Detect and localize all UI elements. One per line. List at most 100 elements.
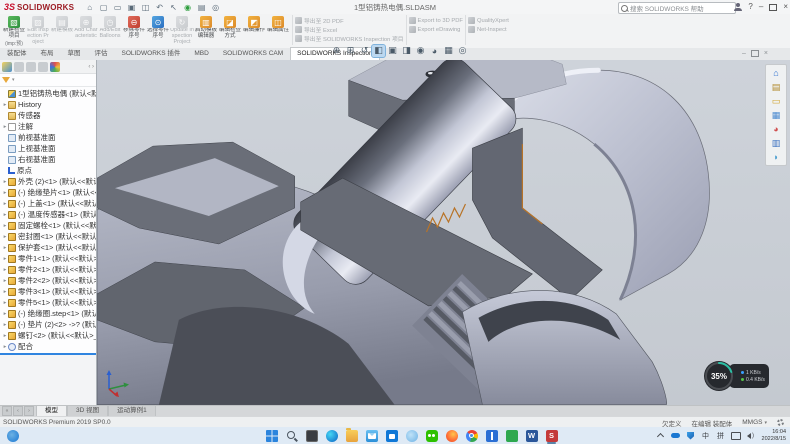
view-orientation-icon[interactable]: ▣ (386, 45, 399, 57)
custom-properties-icon[interactable]: ▥ (770, 137, 783, 149)
add-characteristic-button[interactable]: ⊕ Add Characteristic (74, 15, 98, 47)
tab-scroll-next[interactable]: › (24, 406, 34, 416)
apply-scene-icon[interactable]: ▦ (442, 45, 455, 57)
ime-mode-indicator[interactable]: 中 (701, 430, 711, 442)
displaymanager-tab[interactable] (50, 62, 60, 72)
defender-icon[interactable] (686, 430, 696, 442)
solidworks-resources-icon[interactable]: ⌂ (770, 67, 783, 79)
section-view-icon[interactable]: ◧ (372, 45, 385, 57)
new-template-button[interactable]: ▤ 新建模板 (50, 15, 74, 47)
weather-icon[interactable] (404, 428, 419, 443)
appearances-scenes-icon[interactable]: ◕ (770, 123, 783, 135)
search-box[interactable]: 搜索 SOLIDWORKS 帮助 (618, 2, 736, 14)
edge-icon[interactable] (324, 428, 339, 443)
edit-properties-button[interactable]: ◫ 编辑属性 (266, 15, 290, 47)
task-view-button[interactable] (304, 428, 319, 443)
tree-item[interactable]: ▸ 注解 (0, 121, 96, 132)
volume-icon[interactable] (746, 430, 756, 442)
view-settings-icon[interactable]: ◎ (456, 45, 469, 57)
command-tab[interactable]: 评估 (88, 47, 115, 60)
remove-balloons-button[interactable]: ⊖ 移除零件序号 (122, 15, 146, 47)
tree-item[interactable]: ▸ (-) 绝缘圈.step<1> (默认<<默认> (0, 308, 96, 319)
usage-circle[interactable]: 35% (703, 360, 735, 392)
tree-item[interactable]: ▸ History (0, 99, 96, 110)
onedrive-icon[interactable] (671, 430, 681, 442)
export-item[interactable]: 导出至 2D PDF (295, 16, 404, 25)
new-document-icon[interactable]: ▢ (98, 2, 109, 13)
tab-scroll-prev[interactable]: ‹ (13, 406, 23, 416)
user-account-icon[interactable] (734, 3, 742, 12)
select-icon[interactable]: ↖ (168, 2, 179, 13)
panel-tab-overflow[interactable]: ‹ › (88, 64, 94, 70)
file-explorer-icon[interactable]: ▭ (770, 95, 783, 107)
tree-item[interactable]: 右视基准面 (0, 154, 96, 165)
command-tab[interactable]: 草图 (61, 47, 88, 60)
minimize-button[interactable]: – (759, 0, 763, 14)
featuremanager-tab[interactable] (2, 62, 12, 72)
chrome-icon[interactable] (464, 428, 479, 443)
ime-lang-indicator[interactable]: 拼 (716, 430, 726, 442)
tree-item[interactable]: ▸ 零件2<1> (默认<<默认>_显示状 (0, 264, 96, 275)
tree-item[interactable]: 1型铝铸热电偶 (默认<默认_显示状态-1 (0, 88, 96, 99)
tree-item[interactable]: ▸ 零件1<1> (默认<<默认>_显示状态 (0, 253, 96, 264)
display-settings-icon[interactable]: ▤ (196, 2, 207, 13)
doc-restore-button[interactable] (751, 50, 759, 57)
forum-icon[interactable]: ◗ (770, 151, 783, 163)
export-item[interactable]: 导出至 Excel (295, 25, 404, 34)
previous-view-icon[interactable]: ↺ (358, 45, 371, 57)
zoom-to-fit-icon[interactable]: ⊕ (330, 45, 343, 57)
close-button[interactable]: × (783, 0, 788, 14)
export-item[interactable]: QualityXpert (468, 16, 509, 25)
command-tab[interactable]: MBD (187, 47, 215, 60)
tree-item[interactable]: 上视基准面 (0, 143, 96, 154)
tree-item[interactable]: ▸ 外壳 (2)<1> (默认<<默认>_显示状 (0, 176, 96, 187)
tree-item[interactable]: ▸ 零件3<1> (默认<<默认>_显示状 (0, 286, 96, 297)
tree-filter-bar[interactable]: ▾ (0, 74, 96, 87)
performance-icon[interactable]: ◉ (182, 2, 193, 13)
doc-close-button[interactable]: × (764, 50, 768, 57)
wechat-icon[interactable] (424, 428, 439, 443)
export-item[interactable]: Export eDrawing (409, 25, 463, 34)
command-tab[interactable]: SOLIDWORKS 插件 (115, 47, 188, 60)
tree-item[interactable]: ▸ 保护套<1> (默认<<默认>_显示状 (0, 242, 96, 253)
units-selector[interactable]: MMGS▾ (742, 419, 767, 426)
reader-icon[interactable] (484, 428, 499, 443)
new-inspection-project-button[interactable]: ▧ 新建检查项目 (imp:预) (2, 15, 26, 47)
restore-button[interactable] (769, 4, 777, 11)
view-palette-icon[interactable]: ▦ (770, 109, 783, 121)
tree-item[interactable]: ▸ (-) 绝缘垫片<1> (默认<<默认>_显 (0, 187, 96, 198)
export-item[interactable]: 导出至 SOLIDWORKS Inspection 项目 (295, 34, 404, 43)
graphics-viewport[interactable]: ⌂ ▤ ▭ ▦ ◕ ▥ ◗ 1 KB/ (97, 60, 790, 405)
tree-item[interactable]: ▸ 配合 (0, 341, 96, 352)
edit-inspection-project-button[interactable]: ▨ Edit Inspection Project (26, 15, 50, 47)
open-icon[interactable]: ▭ (112, 2, 123, 13)
taskbar-clock[interactable]: 16:04 2022/8/15 (762, 429, 786, 442)
command-tab[interactable]: SOLIDWORKS CAM (216, 47, 290, 60)
zoom-to-area-icon[interactable]: ⊞ (344, 45, 357, 57)
export-item[interactable]: Net-Inspect (468, 25, 509, 34)
dimxpertmanager-tab[interactable] (38, 62, 48, 72)
launch-template-editor-button[interactable]: ▥ 启动模板编辑器 (194, 15, 218, 47)
hide-show-items-icon[interactable]: ◉ (414, 45, 427, 57)
tree-item[interactable]: 前视基准面 (0, 132, 96, 143)
tree-item[interactable]: ▸ 零件5<1> (默认<<默认>_显示状态 (0, 297, 96, 308)
tree-item[interactable]: ▸ 固定螺栓<1> (默认<<默认>_显示 (0, 220, 96, 231)
hidden-icons-button[interactable] (656, 430, 666, 442)
file-explorer-icon[interactable] (344, 428, 359, 443)
help-button[interactable]: ? (748, 0, 752, 14)
tree-item[interactable]: ▸ (-) 垫片 (2)<2> ->? (默认<<默认> (0, 319, 96, 330)
widgets-button[interactable] (5, 428, 20, 443)
tab-scroll-first[interactable]: « (2, 406, 12, 416)
tree-item[interactable]: ▸ 零件2<2> (默认<<默认>_显示状 (0, 275, 96, 286)
search-button[interactable] (284, 428, 299, 443)
configurationmanager-tab[interactable] (26, 62, 36, 72)
solidworks-icon[interactable]: S (544, 428, 559, 443)
design-library-icon[interactable]: ▤ (770, 81, 783, 93)
tree-item[interactable]: ▸ 螺钉<2> (默认<<默认>_显示状态 (0, 330, 96, 341)
undo-icon[interactable]: ↶ (154, 2, 165, 13)
tree-item[interactable]: ▸ (-) 上盖<1> (默认<<默认>_显示状 (0, 198, 96, 209)
doc-minimize-button[interactable]: – (742, 50, 746, 57)
print-icon[interactable]: ◫ (140, 2, 151, 13)
options-gear-icon[interactable] (777, 419, 784, 426)
word-icon[interactable]: W (524, 428, 539, 443)
